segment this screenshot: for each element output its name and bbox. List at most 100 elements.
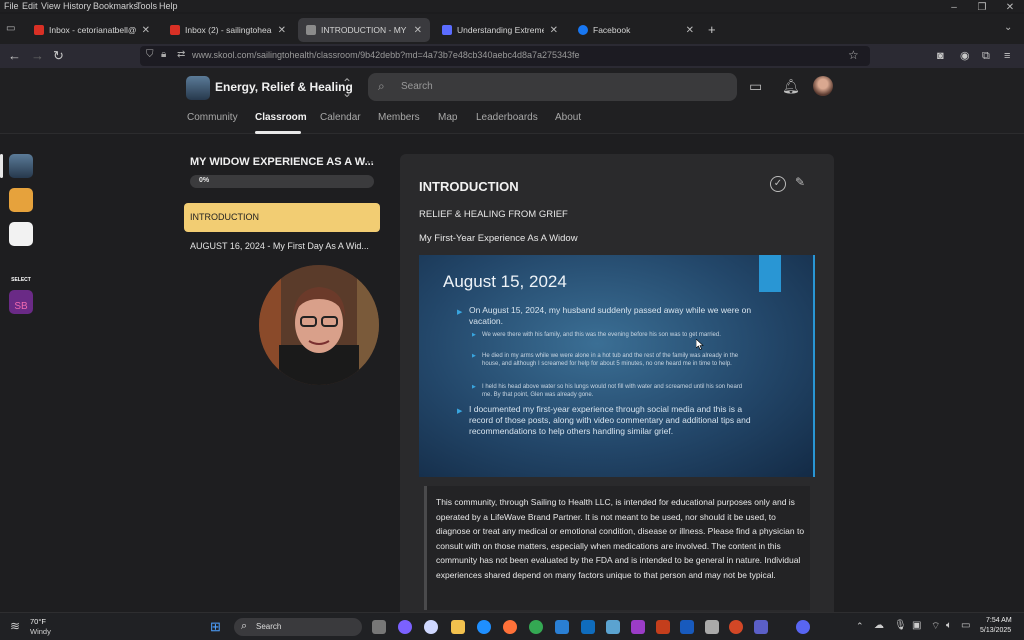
bullet-arrow-icon: ▶	[472, 353, 476, 359]
chat-icon[interactable]: ▭	[749, 78, 762, 95]
rail-active-marker	[0, 154, 3, 178]
rail-group-energy[interactable]	[9, 154, 33, 178]
tab-overview-icon[interactable]: ▭	[6, 23, 15, 34]
rail-group-cat[interactable]	[9, 188, 33, 212]
word-icon[interactable]	[680, 620, 694, 634]
rail-select-label: SELECT	[11, 277, 31, 283]
back-icon[interactable]: ←	[8, 48, 21, 64]
windows-start-icon[interactable]: ⊞	[210, 619, 221, 635]
rail-group-white[interactable]	[9, 222, 33, 246]
list-tabs-icon[interactable]: ⌄	[1004, 22, 1012, 33]
skool-icon	[306, 25, 316, 35]
onenote-icon[interactable]	[631, 620, 645, 634]
tray-overflow-icon[interactable]: ⌃	[856, 621, 864, 632]
clock-date[interactable]: 5/13/2025	[980, 627, 1011, 634]
tab-extreme-fatigue[interactable]: Understanding Extreme Fatigue ✕	[434, 18, 566, 42]
app-menu-icon[interactable]: ≡	[1004, 48, 1010, 64]
display-icon[interactable]: ▣	[912, 620, 921, 631]
forward-icon[interactable]: →	[31, 48, 44, 64]
calculator-icon[interactable]	[705, 620, 719, 634]
bookmark-star-icon[interactable]: ☆	[848, 48, 859, 62]
tab-classroom[interactable]: Classroom	[255, 112, 307, 123]
search-input[interactable]: ⌕ Search	[368, 73, 737, 101]
tab-map[interactable]: Map	[438, 112, 457, 123]
weather-temp[interactable]: 70°F	[30, 617, 46, 626]
close-tab-icon[interactable]: ✕	[686, 25, 694, 36]
chrome-icon[interactable]	[529, 620, 543, 634]
shield-icon[interactable]: ⛉	[146, 49, 154, 60]
close-tab-icon[interactable]: ✕	[142, 25, 150, 36]
photo-app-icon[interactable]	[555, 620, 569, 634]
tab-community[interactable]: Community	[187, 112, 238, 123]
menu-tools[interactable]: Tools	[136, 1, 157, 11]
weather-condition[interactable]: Windy	[30, 627, 51, 636]
avatar[interactable]	[813, 76, 833, 96]
mouse-cursor-icon	[696, 339, 704, 350]
url-bar[interactable]: ⛉ 🔒︎ ⇄ www.skool.com/sailingtohealth/cla…	[140, 46, 870, 66]
firefox-icon[interactable]	[503, 620, 517, 634]
extensions-icon[interactable]: ⧉	[982, 48, 990, 64]
tab-introduction[interactable]: INTRODUCTION - MY WIDOW ✕	[298, 18, 430, 42]
access-icon[interactable]	[656, 620, 670, 634]
group-name[interactable]: Energy, Relief & Healing	[215, 80, 353, 94]
lesson-item-august-16[interactable]: AUGUST 16, 2024 - My First Day As A Wid.…	[190, 241, 369, 251]
weather-wind-icon[interactable]: ≋	[10, 619, 20, 633]
clock-time[interactable]: 7:54 AM	[986, 617, 1012, 624]
settings-icon[interactable]	[424, 620, 438, 634]
menu-help[interactable]: Help	[159, 1, 178, 11]
wifi-icon[interactable]: ⌔	[931, 620, 940, 633]
tab-gmail-2[interactable]: Inbox (2) - sailingtohealth@gm ✕	[162, 18, 294, 42]
tab-about[interactable]: About	[555, 112, 581, 123]
file-explorer-icon[interactable]	[451, 620, 465, 634]
mark-complete-icon[interactable]: ✓	[770, 176, 786, 192]
slide-edge-line	[813, 255, 815, 477]
task-view-icon[interactable]	[372, 620, 386, 634]
menu-history[interactable]: History	[63, 1, 91, 11]
permissions-icon[interactable]: ⇄	[177, 49, 185, 60]
close-tab-icon[interactable]: ✕	[278, 25, 286, 36]
discord-icon[interactable]	[796, 620, 810, 634]
bell-icon[interactable]: 🔔︎	[782, 78, 800, 95]
outlook-icon[interactable]	[581, 620, 595, 634]
copilot-icon[interactable]	[398, 620, 412, 634]
app-icon[interactable]	[606, 620, 620, 634]
onedrive-icon[interactable]: ☁	[874, 620, 884, 631]
close-tab-icon[interactable]: ✕	[550, 25, 558, 36]
lesson-video-slide[interactable]: August 15, 2024 ▶ On August 15, 2024, my…	[419, 255, 815, 477]
reload-icon[interactable]: ↻	[53, 48, 64, 64]
url-text[interactable]: www.skool.com/sailingtohealth/classroom/…	[192, 50, 580, 60]
group-switcher-icon[interactable]: ⌃ ⌄	[342, 77, 352, 99]
edge-icon[interactable]	[477, 620, 491, 634]
more-options-icon[interactable]: ···	[362, 154, 374, 168]
volume-icon[interactable]: 🔈︎	[946, 620, 952, 631]
powerpoint-icon[interactable]	[729, 620, 743, 634]
rail-group-sb[interactable]: SB	[9, 290, 33, 314]
slide-bullet-1: On August 15, 2024, my husband suddenly …	[469, 305, 752, 326]
tab-title: Understanding Extreme Fatigue	[457, 25, 544, 35]
rail-group-select[interactable]: SELECT	[9, 256, 33, 283]
lesson-subtitle-1: RELIEF & HEALING FROM GRIEF	[419, 209, 568, 220]
group-logo[interactable]	[186, 76, 210, 100]
tab-members[interactable]: Members	[378, 112, 420, 123]
gmail-icon	[170, 25, 180, 35]
close-tab-icon[interactable]: ✕	[414, 25, 422, 36]
lock-icon[interactable]: 🔒︎	[161, 49, 166, 60]
menu-file[interactable]: File	[4, 1, 19, 11]
taskbar-search[interactable]: ⌕ Search	[234, 618, 362, 636]
menu-bookmarks[interactable]: Bookmarks	[93, 1, 138, 11]
new-tab-button[interactable]: +	[708, 22, 716, 37]
battery-icon[interactable]: ▭	[961, 620, 970, 631]
menu-edit[interactable]: Edit	[22, 1, 38, 11]
lesson-item-introduction[interactable]: INTRODUCTION	[184, 203, 380, 232]
tab-facebook[interactable]: Facebook ✕	[570, 18, 702, 42]
pocket-icon[interactable]: ◙	[937, 48, 944, 64]
tab-calendar[interactable]: Calendar	[320, 112, 361, 123]
menu-view[interactable]: View	[41, 1, 60, 11]
mic-icon[interactable]: 🎙︎	[894, 620, 907, 631]
tab-gmail-1[interactable]: Inbox - cetorianatbell@gmail.c ✕	[26, 18, 158, 42]
progress-label: 0%	[199, 177, 210, 184]
account-icon[interactable]: ◉	[960, 48, 970, 64]
tab-leaderboards[interactable]: Leaderboards	[476, 112, 538, 123]
edit-pencil-icon[interactable]: ✎	[795, 175, 805, 189]
teams-icon[interactable]	[754, 620, 768, 634]
